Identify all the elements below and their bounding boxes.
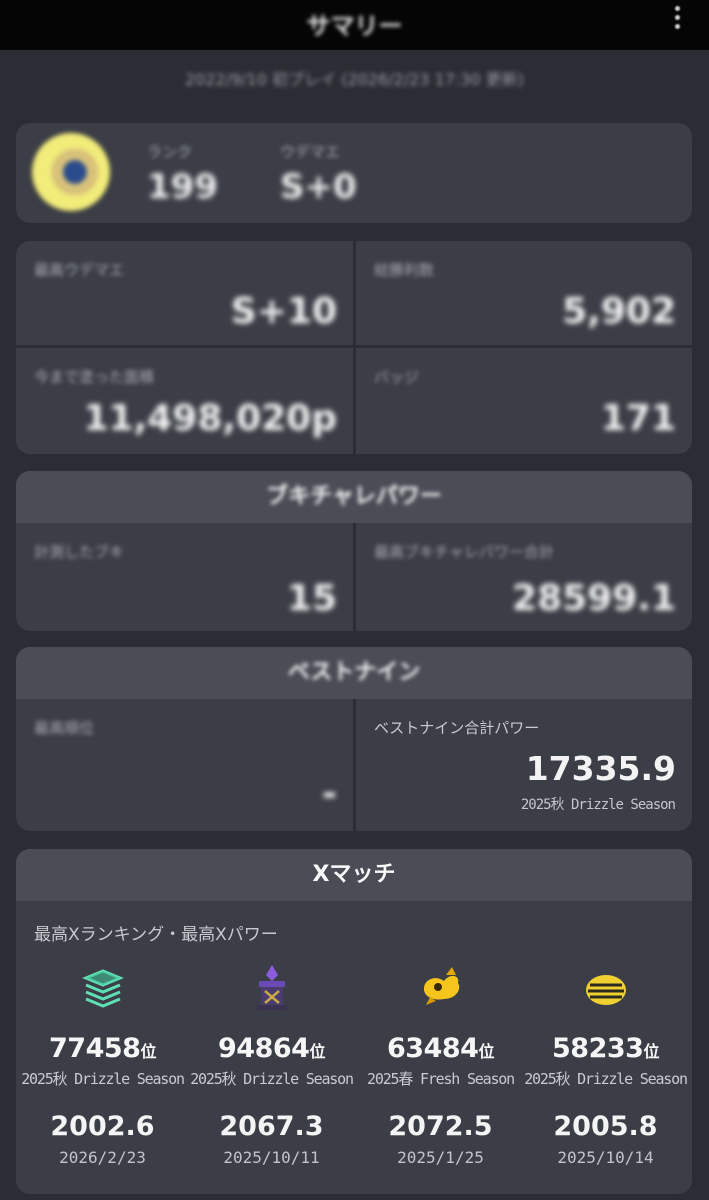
x-rank: 63484位 bbox=[387, 1033, 494, 1064]
x-mode-rainmaker: 63484位 2025春 Fresh Season 2072.5 2025/1/… bbox=[356, 963, 525, 1167]
x-power: 2005.8 bbox=[553, 1111, 658, 1142]
x-match-card: Xマッチ 最高Xランキング・最高Xパワー 77458位 2025秋 Drizzl… bbox=[16, 849, 692, 1194]
rainmaker-icon bbox=[416, 963, 466, 1013]
max-udemae-label: 最高ウデマエ bbox=[34, 261, 125, 279]
splat-zones-icon bbox=[78, 963, 128, 1013]
x-date: 2025/1/25 bbox=[397, 1148, 484, 1167]
x-rank: 94864位 bbox=[218, 1033, 325, 1064]
max-udemae-cell: 最高ウデマエ S+10 bbox=[16, 241, 353, 345]
max-rank-label: 最高順位 bbox=[34, 719, 95, 737]
top-bar: サマリー bbox=[0, 0, 709, 50]
measured-weapons-label: 計測したブキ bbox=[34, 543, 125, 561]
total-wins-value: 5,902 bbox=[562, 291, 676, 332]
udemae-label: ウデマエ bbox=[280, 143, 341, 161]
best-nine-card: ベストナイン 最高順位 - ベストナイン合計パワー 17335.9 2025秋 … bbox=[16, 647, 692, 831]
x-ranking-label: 最高Xランキング・最高Xパワー bbox=[34, 925, 278, 945]
x-mode-tower-control: 94864位 2025秋 Drizzle Season 2067.3 2025/… bbox=[187, 963, 356, 1167]
page-title: サマリー bbox=[306, 12, 403, 40]
x-season: 2025秋 Drizzle Season bbox=[190, 1070, 354, 1088]
best-nine-power-cell: ベストナイン合計パワー 17335.9 2025秋 Drizzle Season bbox=[356, 699, 692, 831]
more-options-icon[interactable] bbox=[671, 0, 683, 34]
rank-value: 199 bbox=[147, 167, 218, 207]
clam-blitz-icon bbox=[581, 963, 631, 1013]
rank-label: ランク bbox=[147, 143, 193, 161]
max-weapon-power-value: 28599.1 bbox=[512, 578, 676, 619]
weapon-power-heading: ブキチャレパワー bbox=[16, 471, 692, 523]
weapon-power-card: ブキチャレパワー 計測したブキ 15 最高ブキチャレパワー合計 28599.1 bbox=[16, 471, 692, 631]
x-power: 2067.3 bbox=[219, 1111, 324, 1142]
x-season: 2025秋 Drizzle Season bbox=[524, 1070, 688, 1088]
x-date: 2025/10/14 bbox=[557, 1148, 654, 1167]
total-points-label: 今まで塗った面積 bbox=[34, 368, 155, 386]
badges-label: バッジ bbox=[374, 368, 420, 386]
badges-value: 171 bbox=[600, 398, 676, 439]
x-rank: 77458位 bbox=[49, 1033, 156, 1064]
x-season: 2025春 Fresh Season bbox=[367, 1070, 515, 1088]
measured-weapons-value: 15 bbox=[286, 578, 337, 619]
x-power: 2072.5 bbox=[388, 1111, 493, 1142]
stats-card: 最高ウデマエ S+10 総勝利数 5,902 今まで塗った面積 11,498,0… bbox=[16, 241, 692, 454]
tower-control-icon bbox=[247, 963, 297, 1013]
x-date: 2025/10/11 bbox=[223, 1148, 320, 1167]
x-mode-clam-blitz: 58233位 2025秋 Drizzle Season 2005.8 2025/… bbox=[521, 963, 690, 1167]
total-wins-cell: 総勝利数 5,902 bbox=[356, 241, 692, 345]
badges-cell: バッジ 171 bbox=[356, 348, 692, 454]
total-points-value: 11,498,020p bbox=[83, 398, 337, 439]
measured-weapons-cell: 計測したブキ 15 bbox=[16, 523, 353, 631]
max-rank-cell: 最高順位 - bbox=[16, 699, 353, 831]
max-weapon-power-label: 最高ブキチャレパワー合計 bbox=[374, 543, 554, 561]
max-rank-value: - bbox=[322, 773, 337, 814]
best-nine-season: 2025秋 Drizzle Season bbox=[520, 797, 676, 813]
total-points-cell: 今まで塗った面積 11,498,020p bbox=[16, 348, 353, 454]
x-date: 2026/2/23 bbox=[59, 1148, 146, 1167]
max-udemae-value: S+10 bbox=[230, 291, 337, 332]
play-history-text: 2022/9/10 初プレイ (2026/2/23 17:30 更新) bbox=[184, 70, 525, 89]
x-match-heading: Xマッチ bbox=[16, 849, 692, 901]
max-weapon-power-cell: 最高ブキチャレパワー合計 28599.1 bbox=[356, 523, 692, 631]
x-season: 2025秋 Drizzle Season bbox=[21, 1070, 185, 1088]
x-mode-splat-zones: 77458位 2025秋 Drizzle Season 2002.6 2026/… bbox=[18, 963, 187, 1167]
total-wins-label: 総勝利数 bbox=[374, 261, 435, 279]
best-nine-power-label: ベストナイン合計パワー bbox=[374, 719, 540, 737]
profile-card: ランク 199 ウデマエ S+0 bbox=[16, 123, 692, 223]
x-rank: 58233位 bbox=[552, 1033, 659, 1064]
x-power: 2002.6 bbox=[50, 1111, 155, 1142]
best-nine-heading: ベストナイン bbox=[16, 647, 692, 699]
best-nine-power-value: 17335.9 bbox=[525, 749, 676, 788]
udemae-value: S+0 bbox=[280, 167, 357, 207]
avatar[interactable] bbox=[32, 133, 110, 211]
